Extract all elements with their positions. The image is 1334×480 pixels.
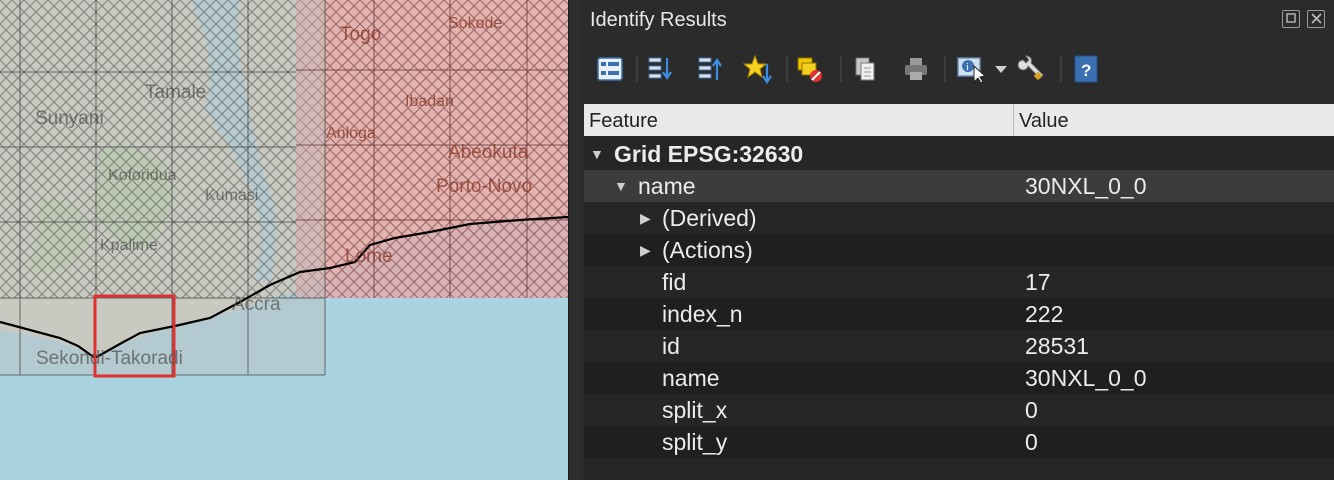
feature-row[interactable]: ▼ name 30NXL_0_0: [584, 170, 1334, 202]
copy-icon: [855, 57, 875, 81]
map-label: Ibadan: [405, 93, 454, 110]
attribute-value: 28531: [1025, 333, 1089, 359]
collapse-all-button[interactable]: [642, 50, 678, 88]
attribute-row[interactable]: name 30NXL_0_0: [584, 362, 1334, 394]
float-icon: [1285, 13, 1296, 23]
star-expand-icon: [743, 54, 772, 84]
print-button[interactable]: [898, 50, 934, 88]
collapsed-arrow-icon[interactable]: ▶: [640, 202, 651, 234]
map-label: Kumasi: [205, 187, 258, 204]
map-label: Porto-Novo: [436, 176, 532, 197]
map-label: Sunyani: [35, 108, 104, 129]
dock-splitter[interactable]: [568, 0, 583, 480]
svg-text:i: i: [966, 62, 969, 73]
collapsed-arrow-icon[interactable]: ▶: [640, 234, 651, 266]
map-label: Koforidua: [108, 167, 177, 184]
expand-all-icon: [698, 57, 722, 80]
copy-feature-button[interactable]: [848, 50, 884, 88]
derived-label: (Derived): [662, 205, 757, 231]
value-column-header[interactable]: Value: [1014, 104, 1334, 136]
identify-mode-dropdown[interactable]: [990, 50, 1012, 88]
print-icon: [905, 58, 927, 80]
expand-tree-button[interactable]: [592, 50, 628, 88]
clear-results-icon: [797, 57, 822, 82]
map-canvas[interactable]: Tamale Sunyani Koforidua Kumasi Kpalime …: [0, 0, 568, 480]
attribute-value: 222: [1025, 301, 1064, 327]
map-label: Sekondi-Takoradi: [36, 348, 183, 369]
attribute-value: 17: [1025, 269, 1051, 295]
results-header: Feature Value: [584, 104, 1334, 136]
attribute-field: split_x: [662, 397, 728, 423]
actions-label: (Actions): [662, 237, 753, 263]
attribute-value: 30NXL_0_0: [1025, 365, 1147, 391]
identify-mode-button[interactable]: i: [954, 50, 990, 88]
float-panel-button[interactable]: [1282, 10, 1300, 28]
map-label: Abeokuta: [448, 142, 529, 163]
map-view[interactable]: Tamale Sunyani Koforidua Kumasi Kpalime …: [0, 0, 568, 480]
clear-results-button[interactable]: [792, 50, 828, 88]
map-label: Anloga: [326, 125, 376, 142]
expand-new-results-button[interactable]: [740, 50, 776, 88]
attribute-row[interactable]: index_n 222: [584, 298, 1334, 330]
map-label: Sokode: [448, 15, 502, 32]
panel-title: Identify Results: [590, 9, 727, 31]
close-icon: [1310, 13, 1322, 24]
attribute-row[interactable]: id 28531: [584, 330, 1334, 362]
feature-value: 30NXL_0_0: [1025, 173, 1147, 199]
results-tree[interactable]: Feature Value ▼ Grid EPSG:32630 ▼ name 3…: [584, 104, 1334, 480]
help-button[interactable]: ?: [1068, 50, 1104, 88]
actions-row[interactable]: ▶ (Actions): [584, 234, 1334, 266]
feature-column-header[interactable]: Feature: [584, 104, 1014, 136]
map-label: Kpalime: [100, 237, 158, 254]
attribute-field: name: [662, 365, 720, 391]
map-label: Togo: [340, 24, 381, 45]
layer-name: Grid EPSG:32630: [614, 141, 804, 167]
attribute-field: split_y: [662, 429, 728, 455]
close-panel-button[interactable]: [1307, 10, 1325, 28]
layer-row[interactable]: ▼ Grid EPSG:32630: [584, 138, 1334, 170]
attribute-field: fid: [662, 269, 687, 295]
tree-view-icon: [597, 57, 623, 81]
attribute-row[interactable]: fid 17: [584, 266, 1334, 298]
collapse-all-icon: [648, 57, 672, 80]
chevron-down-icon: [995, 66, 1007, 73]
identify-cursor-icon: i: [957, 57, 987, 84]
help-icon: ?: [1074, 55, 1098, 83]
identify-toolbar: i ?: [592, 50, 1332, 90]
derived-row[interactable]: ▶ (Derived): [584, 202, 1334, 234]
map-label: Tamale: [145, 82, 206, 103]
expand-all-button[interactable]: [692, 50, 728, 88]
wrench-icon: [1017, 55, 1044, 81]
attribute-value: 0: [1025, 397, 1038, 423]
map-label: Lome: [345, 246, 393, 267]
attribute-row[interactable]: split_y 0: [584, 426, 1334, 458]
svg-text:?: ?: [1081, 61, 1091, 80]
expanded-arrow-icon[interactable]: ▼: [590, 138, 604, 170]
expanded-arrow-icon[interactable]: ▼: [614, 170, 628, 202]
feature-field: name: [638, 173, 696, 199]
attribute-row[interactable]: split_x 0: [584, 394, 1334, 426]
attribute-field: id: [662, 333, 680, 359]
identify-results-panel: Identify Results i ? Feature Value ▼ Gri…: [582, 0, 1334, 480]
attribute-field: index_n: [662, 301, 743, 327]
attribute-value: 0: [1025, 429, 1038, 455]
map-label: Accra: [232, 294, 281, 315]
settings-button[interactable]: [1012, 50, 1048, 88]
